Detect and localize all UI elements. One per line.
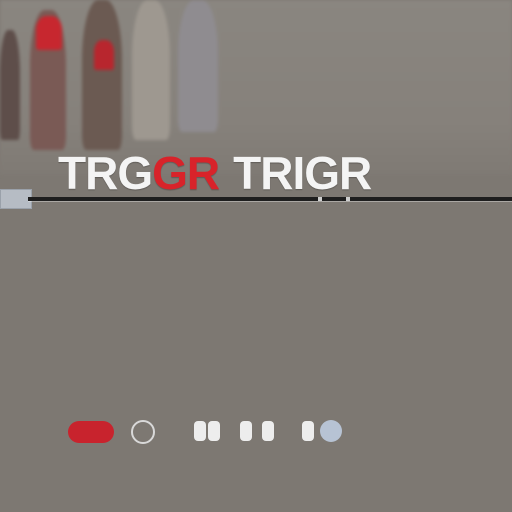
person-figure: [36, 16, 62, 50]
pause-bar-icon[interactable]: [302, 421, 314, 441]
person-figure: [0, 30, 20, 140]
timeline-track[interactable]: [28, 197, 512, 201]
pause-bar-icon[interactable]: [262, 421, 274, 441]
control-bar: [68, 420, 358, 444]
person-figure: [94, 40, 114, 70]
person-figure: [82, 0, 122, 150]
pause-bar-icon[interactable]: [194, 421, 206, 441]
status-dot-icon[interactable]: [320, 420, 342, 442]
pause-bar-icon[interactable]: [208, 421, 220, 441]
person-figure: [178, 0, 218, 132]
timeline-scrubber[interactable]: [0, 189, 512, 209]
timeline-marker: [346, 197, 350, 201]
person-figure: [132, 0, 170, 140]
timeline-marker: [318, 197, 322, 201]
record-pill-icon[interactable]: [68, 421, 114, 443]
pause-bar-icon[interactable]: [240, 421, 252, 441]
ring-icon[interactable]: [131, 420, 155, 444]
